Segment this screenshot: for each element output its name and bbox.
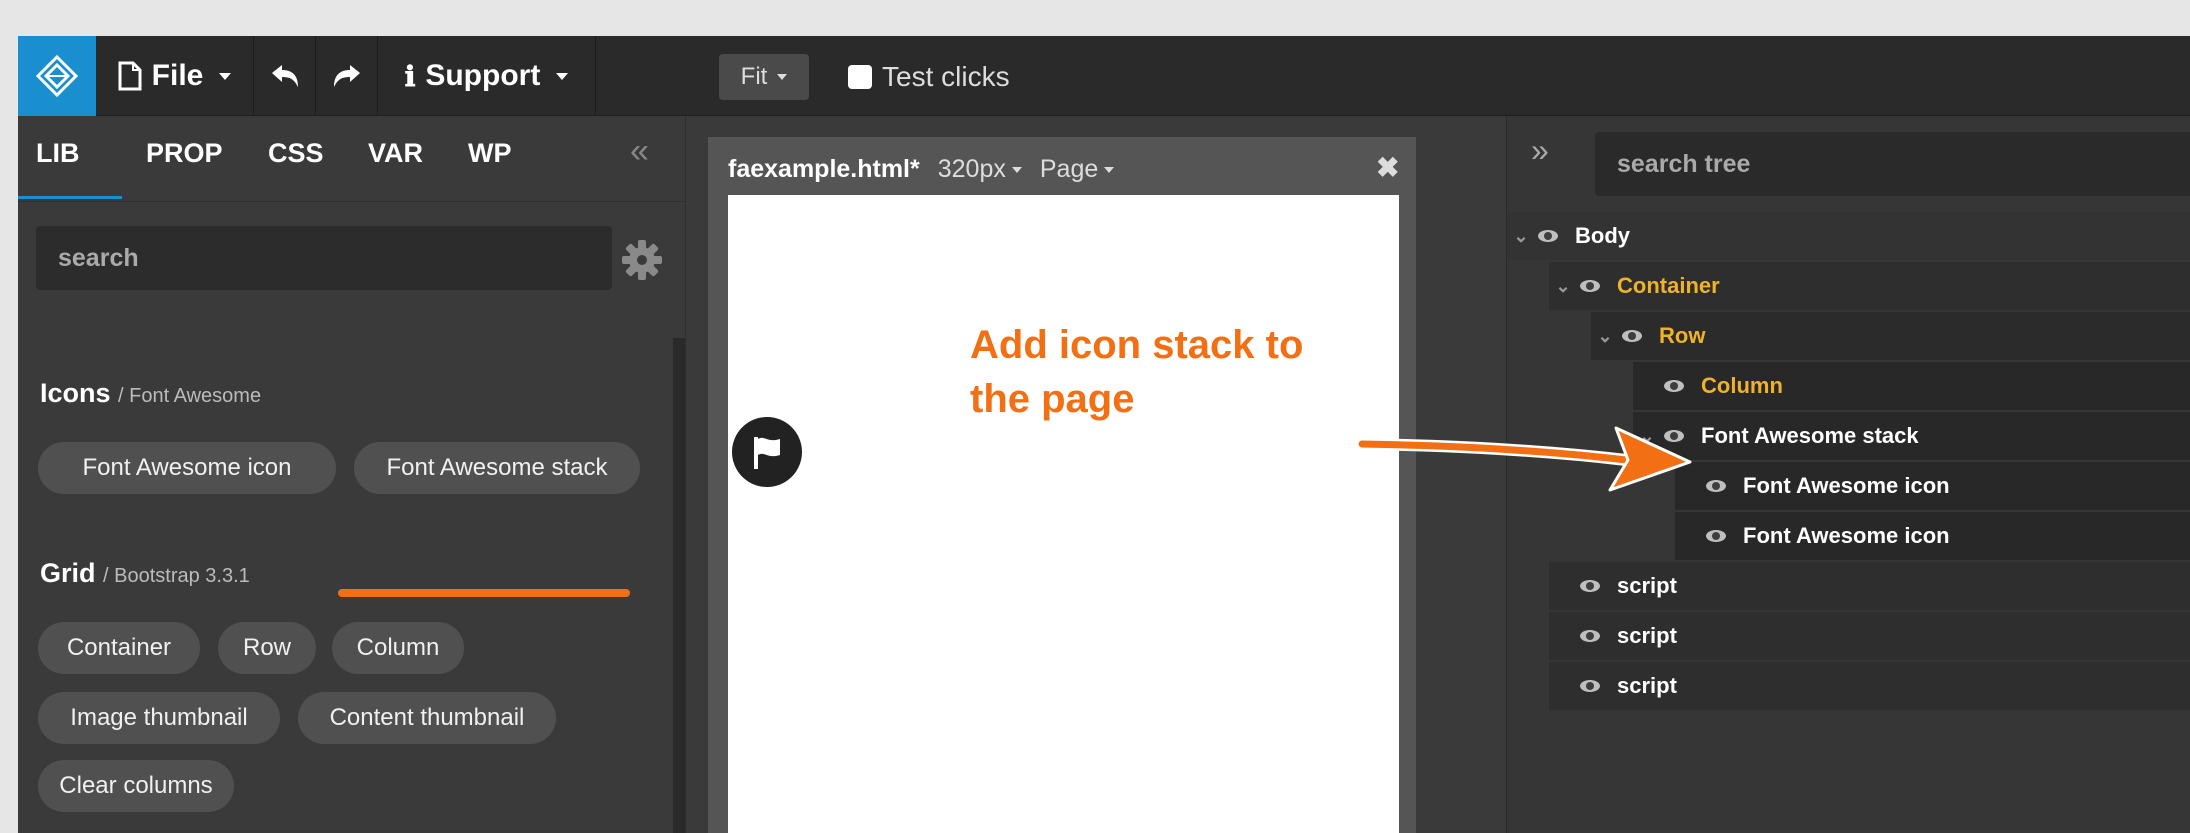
pinegrow-logo[interactable] (18, 36, 96, 116)
redo-button[interactable] (316, 36, 378, 116)
test-clicks-checkbox[interactable] (848, 65, 872, 89)
chevron-down-icon (556, 72, 569, 80)
grid-section-name: Grid (40, 558, 96, 588)
page-selector-label: Page (1039, 155, 1099, 183)
eye-icon[interactable] (1535, 229, 1561, 243)
eye-icon[interactable] (1577, 279, 1603, 293)
info-icon: ℹ (404, 59, 416, 93)
font-awesome-icon-component[interactable]: Font Awesome icon (38, 442, 336, 494)
chevron-down-icon[interactable]: ⌄ (1549, 276, 1577, 297)
library-search-input[interactable]: search (36, 226, 612, 290)
eye-icon[interactable] (1577, 579, 1603, 593)
fit-label: Fit (740, 63, 768, 90)
tree-search-input[interactable]: search tree (1595, 132, 2190, 196)
redo-icon (333, 65, 360, 87)
tree-node-script[interactable]: script (1549, 562, 2190, 610)
app-window: File ℹ Support Fit Test clicks LIB PROP … (18, 36, 2190, 833)
test-clicks-label: Test clicks (882, 61, 1010, 92)
support-menu-button[interactable]: ℹ Support (378, 36, 596, 116)
image-thumbnail-component[interactable]: Image thumbnail (38, 692, 280, 744)
annotation-line-1: Add icon stack to (970, 323, 1304, 367)
chevron-down-icon[interactable]: ⌄ (1591, 326, 1619, 347)
support-menu-label: Support (425, 59, 541, 92)
tab-var[interactable]: VAR (368, 138, 423, 169)
grid-section-source: / Bootstrap 3.3.1 (103, 565, 250, 587)
icons-section-title: Icons / Font Awesome (40, 378, 261, 409)
document-icon (118, 61, 142, 91)
close-icon[interactable]: ✖ (1376, 151, 1399, 184)
annotation-callout: Add icon stack to the page (970, 318, 1303, 426)
tree-node-font-awesome-icon[interactable]: Font Awesome icon (1675, 462, 2190, 510)
document-header: faexample.html* 320px Page (728, 155, 1115, 184)
document-filename: faexample.html* (728, 155, 920, 183)
tree-node-row[interactable]: ⌄ Row (1591, 312, 2190, 360)
expand-panel-icon[interactable]: » (1531, 132, 1549, 169)
library-panel: LIB PROP CSS VAR WP « search Icons / Fon… (18, 116, 685, 833)
tab-prop[interactable]: PROP (146, 138, 223, 169)
undo-icon (271, 65, 298, 87)
tree-node-body[interactable]: ⌄ Body (1507, 212, 2190, 260)
highlight-underline (338, 589, 630, 597)
tree-node-container[interactable]: ⌄ Container (1549, 262, 2190, 310)
fit-zoom-dropdown[interactable]: Fit (719, 54, 809, 100)
chevron-down-icon (1011, 166, 1022, 173)
tree-node-script[interactable]: script (1549, 612, 2190, 660)
file-menu-label: File (151, 59, 204, 92)
library-scrollbar[interactable] (673, 338, 685, 833)
chevron-down-icon (1104, 166, 1115, 173)
gear-icon[interactable] (618, 236, 666, 284)
chevron-down-icon (219, 72, 232, 80)
logo-icon (35, 54, 79, 98)
undo-button[interactable] (254, 36, 316, 116)
top-toolbar: File ℹ Support Fit Test clicks (18, 36, 2190, 116)
file-menu-button[interactable]: File (96, 36, 254, 116)
page-preview[interactable] (728, 195, 1399, 833)
font-awesome-stack-component[interactable]: Font Awesome stack (354, 442, 640, 494)
collapse-panel-icon[interactable]: « (630, 132, 649, 171)
document-frame: faexample.html* 320px Page ✖ (708, 137, 1416, 833)
tab-css[interactable]: CSS (268, 138, 324, 169)
chevron-down-icon (777, 74, 788, 80)
tab-lib[interactable]: LIB (36, 138, 80, 169)
eye-icon[interactable] (1703, 529, 1729, 543)
row-component[interactable]: Row (218, 622, 316, 674)
tab-wp[interactable]: WP (468, 138, 512, 169)
tree-node-font-awesome-icon[interactable]: Font Awesome icon (1675, 512, 2190, 560)
eye-icon[interactable] (1619, 329, 1645, 343)
clear-columns-component[interactable]: Clear columns (38, 760, 234, 812)
tree-node-column[interactable]: Column (1633, 362, 2190, 410)
column-component[interactable]: Column (332, 622, 464, 674)
panel-tabs: LIB PROP CSS VAR WP « (18, 116, 685, 202)
test-clicks-toggle[interactable]: Test clicks (848, 60, 1010, 94)
active-tab-indicator (18, 196, 122, 199)
page-width-label: 320px (937, 155, 1006, 183)
eye-icon[interactable] (1703, 479, 1729, 493)
icons-section-source: / Font Awesome (118, 385, 262, 407)
chevron-down-icon[interactable]: ⌄ (1507, 226, 1535, 247)
icons-section-name: Icons (40, 378, 111, 408)
content-thumbnail-component[interactable]: Content thumbnail (298, 692, 556, 744)
container-component[interactable]: Container (38, 622, 200, 674)
eye-icon[interactable] (1577, 679, 1603, 693)
eye-icon[interactable] (1577, 629, 1603, 643)
annotation-arrow (1358, 426, 1692, 492)
flag-icon (754, 437, 780, 469)
page-selector-dropdown[interactable]: Page (1039, 155, 1115, 184)
tree-node-font-awesome-stack[interactable]: ⌄ Font Awesome stack (1633, 412, 2190, 460)
grid-section-title: Grid / Bootstrap 3.3.1 (40, 558, 250, 589)
tree-node-script[interactable]: script (1549, 662, 2190, 710)
annotation-line-2: the page (970, 377, 1135, 421)
page-width-dropdown[interactable]: 320px (938, 155, 1022, 184)
flag-stack-icon[interactable] (732, 417, 802, 487)
